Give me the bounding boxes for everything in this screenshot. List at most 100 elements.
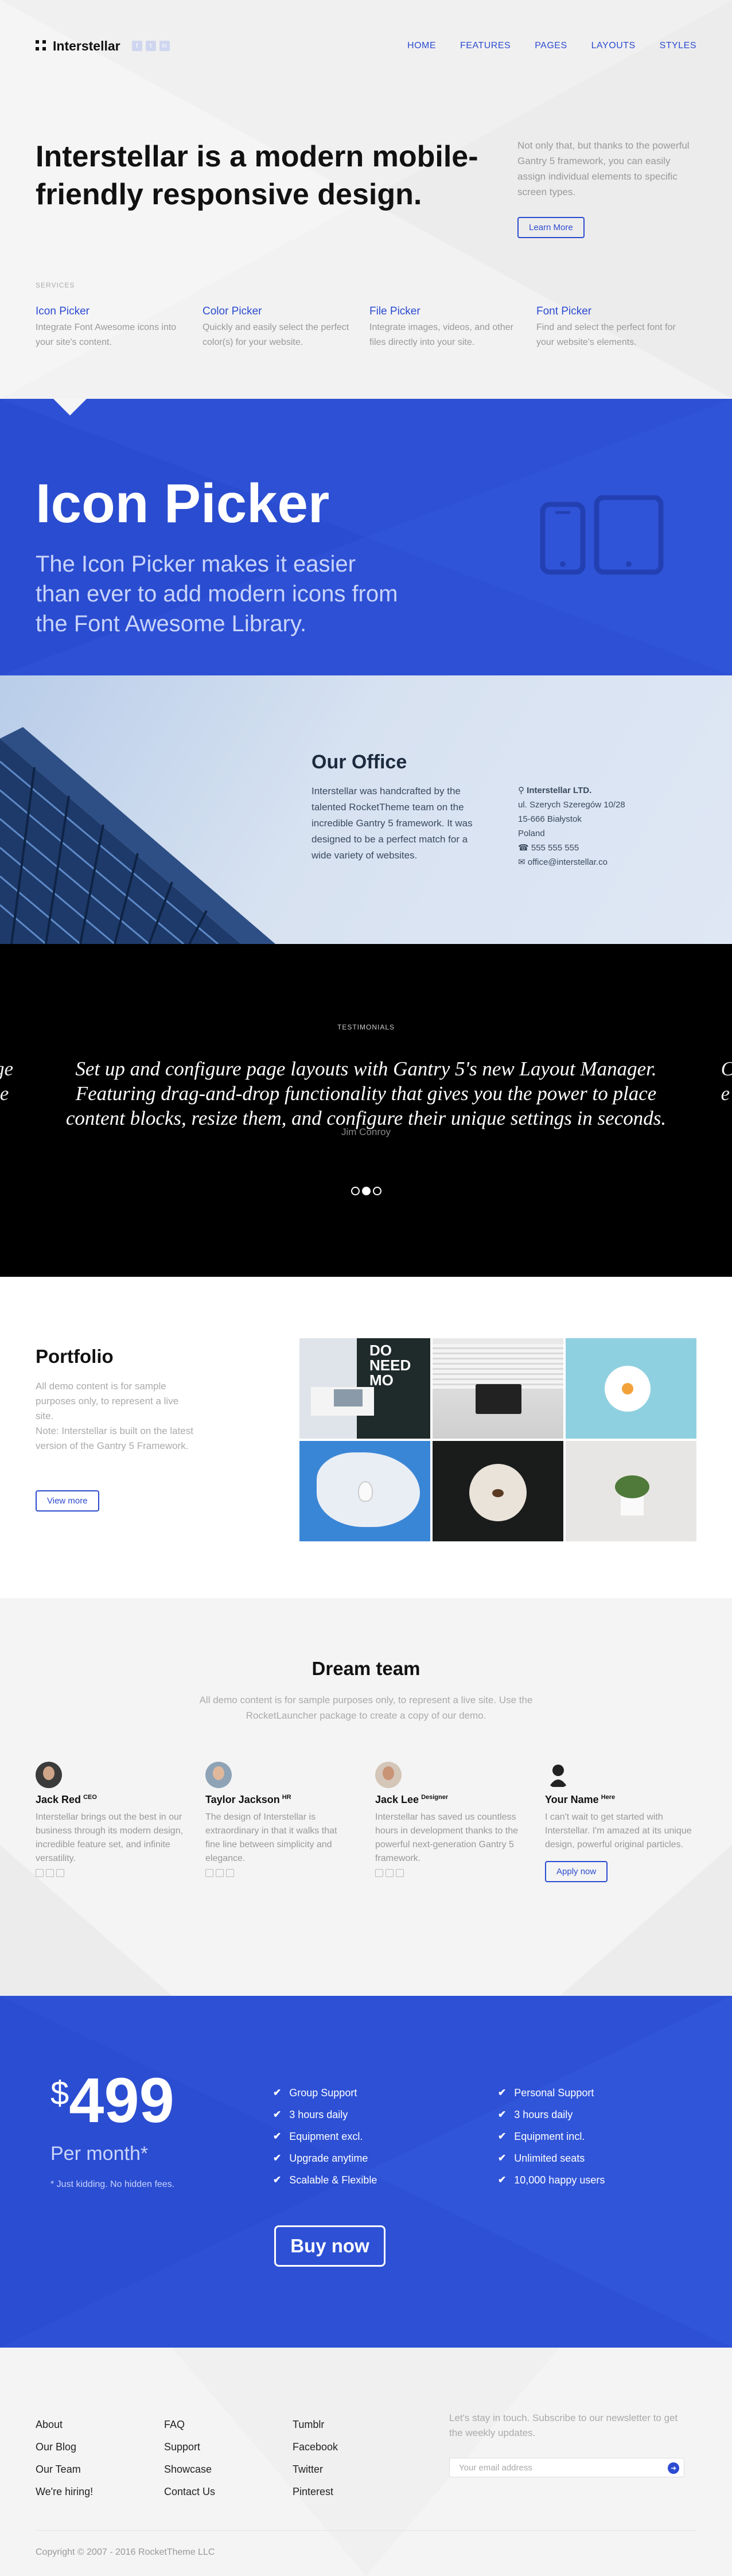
apply-now-button[interactable]: Apply now	[545, 1861, 608, 1882]
feature-text: Integrate images, videos, and other file…	[369, 323, 513, 347]
avatar	[205, 1762, 232, 1788]
icon-picker-section: Icon Picker The Icon Picker makes it eas…	[0, 399, 732, 675]
buy-now-button[interactable]: Buy now	[274, 2225, 386, 2267]
slider-dot[interactable]	[351, 1187, 360, 1195]
newsletter-text: Let's stay in touch. Subscribe to our ne…	[449, 2412, 678, 2438]
facebook-icon[interactable]: f	[131, 41, 142, 51]
features-list: Icon Picker Integrate Font Awesome icons…	[36, 305, 696, 350]
office-phone[interactable]: 555 555 555	[531, 843, 579, 853]
twitter-icon[interactable]	[386, 1869, 394, 1877]
twitter-icon[interactable]: t	[145, 41, 156, 51]
portfolio-tile-laptop[interactable]	[433, 1338, 563, 1439]
hero-intro: Not only that, but thanks to the powerfu…	[517, 140, 690, 197]
portfolio-tile-plate[interactable]	[566, 1338, 696, 1439]
pricing-section: $ 499 Per month* * Just kidding. No hidd…	[0, 1996, 732, 2348]
feature-title[interactable]: File Picker	[369, 305, 520, 318]
price-amount: $ 499	[50, 2069, 174, 2132]
linkedin-icon[interactable]: in	[159, 41, 170, 51]
footer-link-facebook[interactable]: Facebook	[293, 2436, 338, 2458]
check-icon: ✔	[498, 2109, 507, 2120]
footer-link-pinterest[interactable]: Pinterest	[293, 2481, 338, 2503]
member-bio: I can't wait to get started with Interst…	[545, 1812, 692, 1850]
linkedin-icon[interactable]	[226, 1869, 234, 1877]
testimonials-section: TESTIMONIALS gele Ce Set up and configur…	[0, 944, 732, 1277]
menu-item-pages[interactable]: PAGES	[535, 41, 567, 51]
portfolio-tile-plant[interactable]	[566, 1441, 696, 1541]
member-name: Taylor Jackson	[205, 1794, 280, 1805]
check-icon: ✔	[273, 2153, 282, 2163]
check-icon: ✔	[273, 2174, 282, 2185]
testimonial-quote: Set up and configure page layouts with G…	[65, 1058, 667, 1129]
feature-title[interactable]: Icon Picker	[36, 305, 186, 318]
learn-more-button[interactable]: Learn More	[517, 217, 585, 238]
check-icon: ✔	[273, 2087, 282, 2098]
member-name: Jack Lee	[375, 1794, 419, 1805]
portfolio-tile-desk[interactable]: DO NEED MO	[299, 1338, 430, 1439]
office-description: Interstellar was handcrafted by the tale…	[312, 786, 473, 861]
check-icon: ✔	[273, 2109, 282, 2120]
member-bio: Interstellar has saved us countless hour…	[375, 1812, 519, 1863]
linkedin-icon[interactable]	[56, 1869, 64, 1877]
footer-links-col-2: FAQ Support Showcase Contact Us	[164, 2414, 215, 2503]
portfolio-grid: DO NEED MO	[299, 1338, 696, 1541]
footer-link-team[interactable]: Our Team	[36, 2458, 93, 2481]
slider-dots	[351, 1187, 381, 1195]
portfolio-tile-bulb[interactable]	[299, 1441, 430, 1541]
next-slide-peek: Ce	[721, 1058, 732, 1105]
slider-dot[interactable]	[373, 1187, 381, 1195]
arrow-right-icon[interactable]: ➜	[668, 2462, 679, 2474]
check-icon: ✔	[498, 2087, 507, 2098]
footer-link-tumblr[interactable]: Tumblr	[293, 2414, 338, 2436]
team-member: Jack Lee Designer Interstellar has saved …	[375, 1762, 523, 1882]
portfolio-tile-dark-plate[interactable]	[433, 1441, 563, 1541]
pricing-feature: ✔ 3 hours daily	[498, 2104, 605, 2126]
phone-icon: ☎	[518, 843, 531, 853]
twitter-icon[interactable]	[216, 1869, 224, 1877]
footer-link-contact[interactable]: Contact Us	[164, 2481, 215, 2503]
footer-link-hiring[interactable]: We're hiring!	[36, 2481, 93, 2503]
icon-picker-text: The Icon Picker makes it easier than eve…	[36, 551, 398, 636]
pricing-feature: ✔ 10,000 happy users	[498, 2169, 605, 2191]
footer-link-faq[interactable]: FAQ	[164, 2414, 215, 2436]
footer-link-blog[interactable]: Our Blog	[36, 2436, 93, 2458]
team-member: Jack Red CEO Interstellar brings out the …	[36, 1762, 184, 1882]
footer-link-showcase[interactable]: Showcase	[164, 2458, 215, 2481]
pricing-features-left: ✔ Group Support ✔ 3 hours daily ✔ Equipment…	[273, 2082, 377, 2191]
menu-item-features[interactable]: FEATURES	[460, 41, 511, 51]
member-role: CEO	[83, 1794, 97, 1801]
tile-text: DO NEED MO	[369, 1342, 411, 1389]
slider-dot-active[interactable]	[362, 1187, 371, 1195]
office-title: Our Office	[312, 751, 407, 773]
hero-section: Interstellar f t in HOME FEATURES PAGES …	[0, 0, 732, 399]
feature-title[interactable]: Font Picker	[536, 305, 687, 318]
team-title: Dream team	[312, 1658, 420, 1679]
twitter-icon[interactable]	[46, 1869, 54, 1877]
facebook-icon[interactable]	[205, 1869, 213, 1877]
avatar	[36, 1762, 62, 1788]
pricing-feature: ✔ Equipment excl.	[273, 2126, 377, 2147]
menu-item-layouts[interactable]: LAYOUTS	[591, 41, 636, 51]
brand-logo[interactable]: Interstellar	[36, 38, 120, 54]
menu-item-styles[interactable]: STYLES	[660, 41, 696, 51]
footer-link-twitter[interactable]: Twitter	[293, 2458, 338, 2481]
footer-link-support[interactable]: Support	[164, 2436, 215, 2458]
services-label: SERVICES	[36, 281, 75, 289]
member-bio: The design of Interstellar is extraordin…	[205, 1812, 337, 1863]
pricing-feature: ✔ Equipment incl.	[498, 2126, 605, 2147]
address-street: ul. Szerych Szeregów 10/28	[518, 800, 625, 810]
office-email[interactable]: office@interstellar.co	[528, 857, 608, 867]
envelope-icon: ✉	[518, 857, 528, 867]
feature-item: File Picker Integrate images, videos, an…	[369, 305, 520, 350]
linkedin-icon[interactable]	[396, 1869, 404, 1877]
check-icon: ✔	[498, 2131, 507, 2142]
feature-title[interactable]: Color Picker	[203, 305, 353, 318]
facebook-icon[interactable]	[36, 1869, 44, 1877]
view-more-button[interactable]: View more	[36, 1490, 99, 1512]
facebook-icon[interactable]	[375, 1869, 383, 1877]
footer-link-about[interactable]: About	[36, 2414, 93, 2436]
member-socials	[205, 1869, 353, 1877]
feature-text: Quickly and easily select the perfect co…	[203, 323, 349, 347]
newsletter-email-input[interactable]: Your email address ➜	[449, 2458, 684, 2477]
team-section: Dream team All demo content is for sampl…	[0, 1598, 732, 1996]
menu-item-home[interactable]: HOME	[407, 41, 436, 51]
